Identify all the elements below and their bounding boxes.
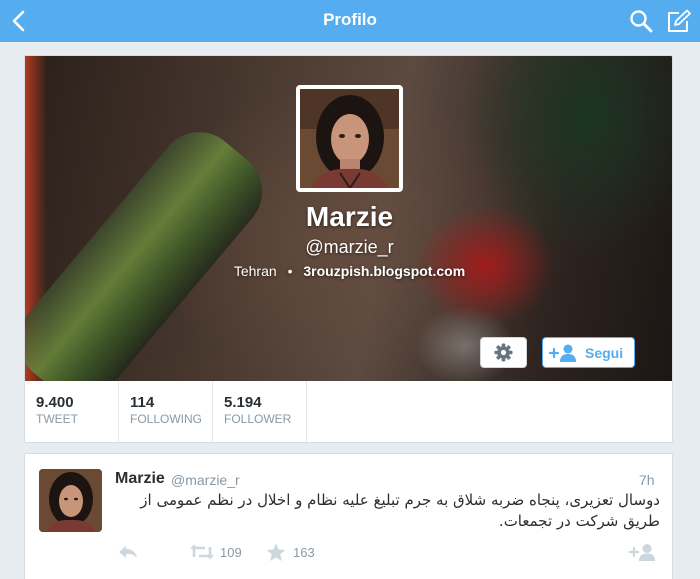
- page-title: Profilo: [323, 10, 377, 29]
- profile-card: Marzie @marzie_r Tehran • 3rouzpish.blog…: [24, 55, 673, 443]
- profile-website-link[interactable]: 3rouzpish.blogspot.com: [303, 263, 465, 279]
- stat-following-value: 114: [130, 394, 155, 411]
- stat-following-label: FOLLOWING: [130, 412, 203, 426]
- compose-tweet-icon[interactable]: [666, 9, 692, 33]
- retweet-button[interactable]: 109: [189, 543, 249, 563]
- stat-following[interactable]: 114 FOLLOWING: [119, 381, 213, 442]
- top-navbar: Profilo: [0, 0, 700, 42]
- stat-followers[interactable]: 5.194 FOLLOWER: [213, 381, 307, 442]
- stat-tweets-label: TWEET: [36, 412, 78, 426]
- retweet-count: 109: [220, 545, 242, 560]
- follow-button-label: Segui: [585, 345, 624, 361]
- tweet-author-name[interactable]: Marzie: [115, 470, 165, 488]
- stat-followers-label: FOLLOWER: [224, 412, 292, 426]
- star-icon: [266, 543, 286, 561]
- profile-banner-image: Marzie @marzie_r Tehran • 3rouzpish.blog…: [25, 56, 672, 381]
- tweet-author-handle[interactable]: @marzie_r: [171, 472, 240, 488]
- stat-tweets[interactable]: 9.400 TWEET: [25, 381, 119, 442]
- gear-icon: [494, 343, 513, 362]
- tweet-avatar[interactable]: [39, 469, 102, 532]
- settings-button[interactable]: [480, 337, 527, 368]
- stat-followers-value: 5.194: [224, 394, 262, 411]
- profile-meta: Tehran • 3rouzpish.blogspot.com: [25, 263, 672, 279]
- reply-icon: [119, 546, 137, 558]
- tweet-card[interactable]: Marzie @marzie_r 7h دوسال تعزیری، پنجاه …: [24, 453, 673, 579]
- tweet-timestamp: 7h: [639, 472, 655, 488]
- stat-tweets-value: 9.400: [36, 394, 74, 411]
- retweet-icon: [190, 544, 214, 560]
- favorite-count: 163: [293, 545, 315, 560]
- meta-separator: •: [287, 263, 293, 279]
- profile-handle: @marzie_r: [305, 237, 394, 257]
- follow-user-action[interactable]: [629, 543, 659, 563]
- profile-avatar[interactable]: [296, 85, 403, 192]
- profile-name: Marzie: [305, 201, 394, 232]
- reply-button[interactable]: [117, 543, 141, 563]
- tweet-text: دوسال تعزیری، پنجاه ضربه شلاق به جرم تبل…: [140, 491, 660, 530]
- add-user-icon: [629, 544, 655, 561]
- search-icon[interactable]: [629, 9, 653, 33]
- add-user-icon: [549, 344, 576, 362]
- profile-stats: 9.400 TWEET 114 FOLLOWING 5.194 FOLLOWER: [25, 381, 672, 442]
- profile-location: Tehran: [233, 263, 277, 279]
- favorite-button[interactable]: 163: [266, 543, 326, 563]
- follow-button[interactable]: Segui: [542, 337, 635, 368]
